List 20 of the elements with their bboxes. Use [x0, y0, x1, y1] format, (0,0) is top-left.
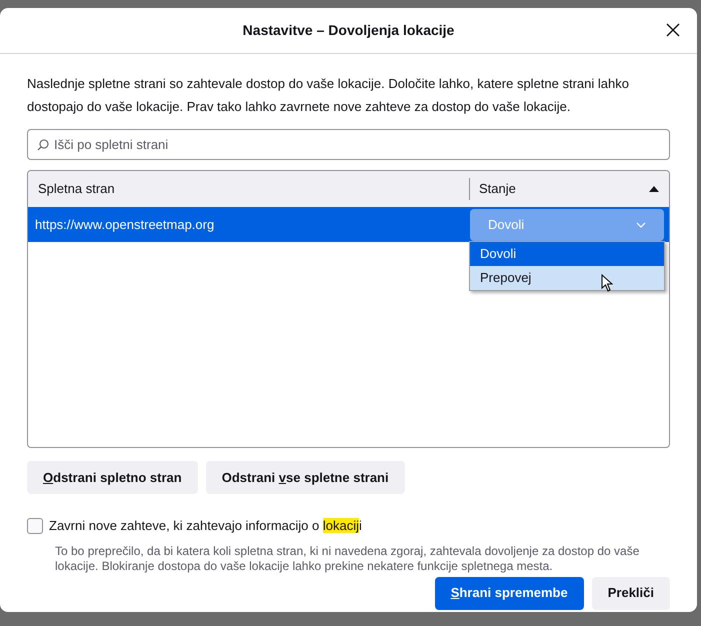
- search-field[interactable]: Išči po spletni strani: [27, 129, 670, 160]
- sort-arrow-icon: [649, 186, 659, 192]
- close-icon: [666, 23, 680, 37]
- remove-button[interactable]: Odstrani spletno stran: [27, 461, 198, 494]
- checkbox[interactable]: [27, 518, 43, 534]
- remove-button[interactable]: Odstrani vse spletne strani: [206, 461, 405, 494]
- dropdown-option[interactable]: Prepovej: [470, 266, 664, 290]
- site-url: https://www.openstreetmap.org: [34, 216, 216, 234]
- column-header[interactable]: Spletna stran: [28, 171, 469, 207]
- table-row[interactable]: https://www.openstreetmap.org Dovoli: [28, 207, 669, 242]
- cancel-button[interactable]: Prekliči: [592, 576, 670, 610]
- search-icon: [37, 139, 49, 151]
- checkbox-label: Zavrni nove zahteve, ki zahtevajo informacijo o lokaciji: [49, 517, 362, 535]
- description-text: To bo preprečilo, da bi katera koli spletna stran, ki ni navedena zgoraj, zahtevala dovoljenje za dostop do vaše lokacije. Blokiranje dostopa do vaše lokacije lahko prekine nekatere funkcije spletnega mesta.: [55, 544, 640, 574]
- save-button[interactable]: Shrani spremembe: [434, 576, 584, 610]
- dropdown-option[interactable]: Dovoli: [470, 242, 664, 266]
- window-title: Nastavitve – Dovoljenja lokacije: [242, 21, 454, 40]
- column-header[interactable]: Stanje: [469, 171, 669, 207]
- chevron-down-icon: [636, 222, 646, 228]
- intro-text: Naslednje spletne strani so zahtevale dostop do vaše lokacije. Določite lahko, katere spletne strani lahko dostopajo do vaše lokacije. Prav tako lahko zavrnete nove zahteve za dostop do vaše lokacije.: [27, 75, 630, 116]
